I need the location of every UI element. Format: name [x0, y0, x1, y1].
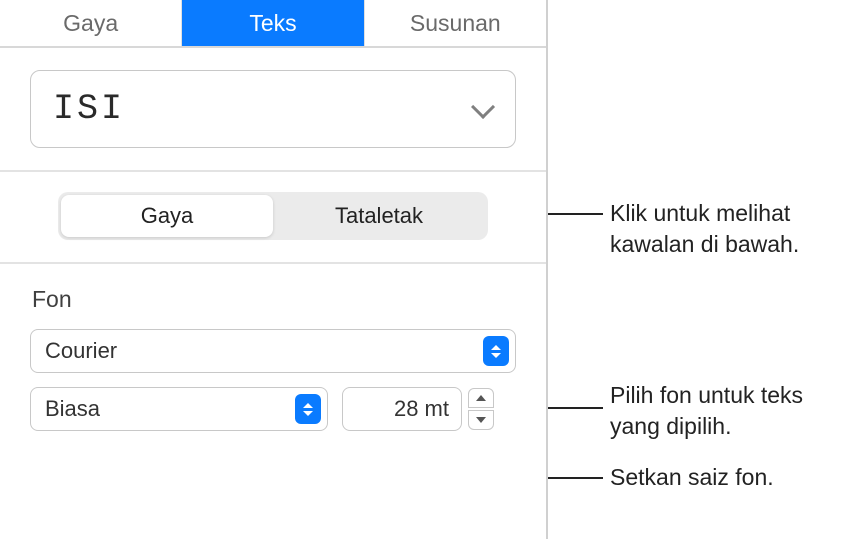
subtab-row: Gaya Tataletak [30, 192, 516, 240]
paragraph-style-select[interactable]: ISI [30, 70, 516, 148]
callout-lines [548, 0, 857, 539]
stepper-down-button[interactable] [468, 410, 494, 430]
subtab-segmented: Gaya Tataletak [58, 192, 488, 240]
font-weight-value: Biasa [45, 396, 100, 422]
font-size-field[interactable]: 28 mt [342, 387, 462, 431]
paragraph-style-value: ISI [53, 89, 125, 129]
font-weight-select[interactable]: Biasa [30, 387, 328, 431]
tab-teks[interactable]: Teks [182, 0, 364, 46]
font-family-select[interactable]: Courier [30, 329, 516, 373]
divider [0, 170, 546, 172]
tab-gaya[interactable]: Gaya [0, 0, 182, 46]
top-tabs: Gaya Teks Susunan [0, 0, 546, 48]
subtab-tataletak[interactable]: Tataletak [273, 195, 485, 237]
font-size-stepper [468, 388, 494, 430]
panel-content: ISI Gaya Tataletak Fon Courier Biasa [0, 48, 546, 431]
callout-font-size: Setkan saiz fon. [610, 462, 774, 493]
callout-tataletak: Klik untuk melihat kawalan di bawah. [610, 198, 857, 260]
callouts: Klik untuk melihat kawalan di bawah. Pil… [548, 0, 857, 539]
chevron-up-icon [476, 395, 486, 401]
callout-font-family: Pilih fon untuk teks yang dipilih. [610, 380, 857, 442]
subtab-gaya[interactable]: Gaya [61, 195, 273, 237]
font-family-value: Courier [45, 338, 117, 364]
font-size-group: 28 mt [342, 387, 494, 431]
tab-susunan[interactable]: Susunan [365, 0, 546, 46]
font-family-row: Courier [30, 329, 516, 373]
chevron-down-icon [476, 417, 486, 423]
font-section-label: Fon [32, 286, 516, 313]
updown-icon [483, 336, 509, 366]
stepper-up-button[interactable] [468, 388, 494, 408]
font-size-value: 28 mt [394, 396, 449, 422]
format-panel: Gaya Teks Susunan ISI Gaya Tataletak Fon… [0, 0, 548, 539]
updown-icon [295, 394, 321, 424]
font-bottom-row: Biasa 28 mt [30, 387, 516, 431]
divider [0, 262, 546, 264]
chevron-down-icon [471, 102, 493, 116]
